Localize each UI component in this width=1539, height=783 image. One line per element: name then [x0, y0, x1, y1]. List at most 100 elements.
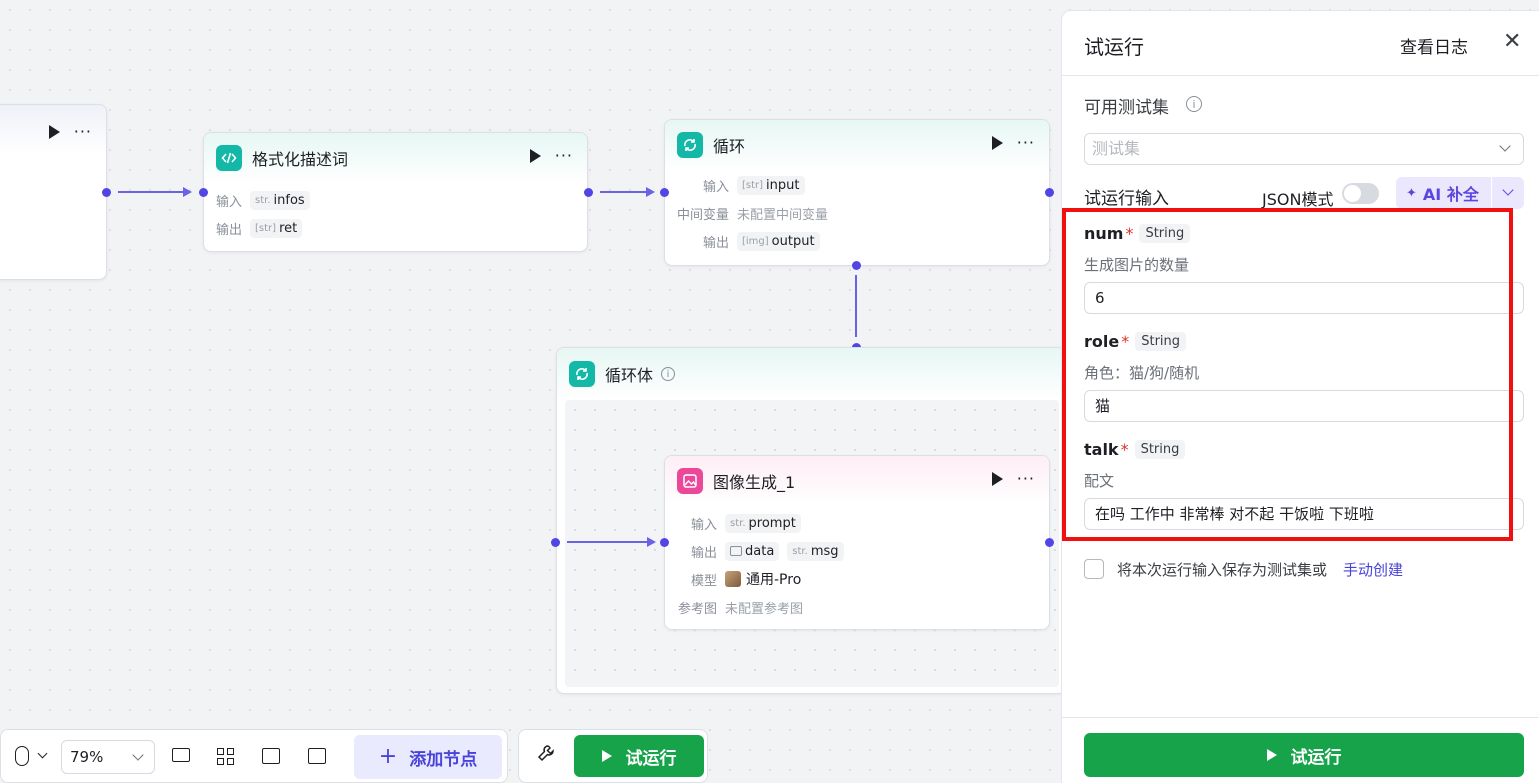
more-icon[interactable]: ··· [1017, 471, 1035, 487]
loop-body-port[interactable] [852, 261, 861, 270]
play-icon [1266, 749, 1277, 761]
edge [600, 191, 646, 193]
code-icon [216, 145, 242, 171]
edge [118, 191, 183, 193]
output-label: 输出 [702, 235, 729, 251]
chevron-down-icon[interactable] [1502, 184, 1514, 196]
run-node-icon[interactable] [991, 472, 1003, 486]
chevron-down-icon [132, 749, 144, 761]
input-port[interactable] [199, 188, 208, 197]
format-node[interactable]: 格式化描述词 ··· 输入 str. infos 输出 [str] ret [203, 132, 588, 252]
edge [567, 541, 647, 543]
testset-select[interactable]: 测试集 [1084, 133, 1524, 165]
input-label: 输入 [216, 194, 243, 210]
sparkle-icon: ✦ [1406, 185, 1417, 201]
wrench-icon[interactable] [537, 744, 555, 767]
node-title: 格式化描述词 [252, 150, 349, 169]
run-node-icon[interactable] [991, 136, 1003, 150]
start-node[interactable]: ··· [0, 104, 107, 280]
toolbar-run-button[interactable]: 试运行 [574, 735, 704, 777]
output-tag-data: data [725, 541, 780, 561]
ai-fill-label: AI 补全 [1422, 185, 1479, 204]
input-tag: [str] input [737, 175, 805, 195]
input-label: 输入 [690, 517, 717, 533]
save-testset-text: 将本次运行输入保存为测试集或 [1117, 561, 1328, 579]
input-tag: str. prompt [725, 513, 801, 533]
edge-arrow [646, 187, 655, 197]
output-tag-msg: str. msg [787, 541, 844, 561]
output-label: 输出 [216, 222, 243, 238]
image-icon [677, 468, 703, 494]
input-port[interactable] [660, 188, 669, 197]
ref-value: 未配置参考图 [725, 601, 804, 617]
json-mode-toggle[interactable] [1342, 183, 1379, 204]
variable-value: 未配置中间变量 [737, 207, 829, 223]
plus-icon: + [378, 744, 398, 769]
node-title: 循环 [713, 137, 746, 156]
minimap-icon[interactable] [308, 748, 326, 764]
zoom-value: 79% [70, 748, 104, 766]
run-toolbar: 试运行 [518, 729, 708, 783]
loop-icon [677, 132, 703, 158]
info-icon: i [1186, 96, 1202, 112]
output-port[interactable] [102, 188, 111, 197]
model-avatar [725, 571, 741, 587]
test-run-button[interactable]: 试运行 [1084, 733, 1524, 777]
mouse-icon[interactable] [15, 746, 29, 766]
image-gen-node[interactable]: 图像生成_1 ··· 输入 str. prompt 输出 data str. msg … [664, 455, 1050, 630]
chevron-down-icon[interactable] [37, 748, 48, 759]
output-port[interactable] [1045, 538, 1054, 547]
edge-arrow [183, 187, 192, 197]
output-port[interactable] [584, 188, 593, 197]
input-port[interactable] [660, 538, 669, 547]
view-log-link[interactable]: 查看日志 [1400, 33, 1468, 58]
manual-create-link[interactable]: 手动创建 [1343, 559, 1403, 580]
panel-title: 试运行 [1084, 35, 1144, 59]
more-icon[interactable]: ··· [74, 124, 92, 140]
output-port[interactable] [1045, 188, 1054, 197]
model-label: 模型 [690, 573, 717, 589]
model-value: 通用-Pro [746, 572, 802, 588]
add-node-label: 添加节点 [409, 749, 478, 770]
run-node-icon[interactable] [48, 125, 60, 139]
testset-label: 可用测试集 [1084, 98, 1169, 118]
divider [1062, 717, 1539, 718]
image-small-icon [730, 546, 742, 556]
run-node-icon[interactable] [529, 149, 541, 163]
input-port[interactable] [551, 538, 560, 547]
output-tag: [str] ret [250, 218, 303, 238]
testset-placeholder: 测试集 [1092, 139, 1141, 158]
zoom-select[interactable]: 79% [61, 740, 155, 774]
edge-arrow [647, 537, 656, 547]
run-label: 试运行 [625, 748, 677, 769]
run-input-label: 试运行输入 [1084, 189, 1169, 209]
more-icon[interactable]: ··· [555, 148, 573, 164]
close-icon[interactable]: ✕ [1503, 31, 1521, 53]
canvas-toolbar: 79% + 添加节点 [0, 729, 508, 783]
image-export-icon[interactable] [262, 748, 280, 764]
json-mode-label: JSON模式 [1262, 190, 1334, 209]
add-node-button[interactable]: + 添加节点 [354, 735, 502, 779]
loop-node[interactable]: 循环 ··· 输入 [str] input 中间变量 未配置中间变量 输出 [img] o… [664, 119, 1050, 266]
run-button-label: 试运行 [1290, 747, 1342, 768]
comment-icon[interactable] [172, 748, 190, 762]
more-icon[interactable]: ··· [1017, 135, 1035, 151]
variable-label: 中间变量 [676, 207, 729, 223]
info-icon: i [661, 367, 676, 381]
ai-fill-button[interactable]: ✦ AI 补全 [1396, 177, 1524, 209]
highlight-box [1062, 208, 1513, 541]
ref-label: 参考图 [677, 601, 717, 617]
output-tag: [img] output [737, 231, 820, 251]
node-title: 图像生成_1 [713, 473, 796, 492]
loop-icon [569, 361, 595, 387]
play-icon [601, 750, 612, 762]
input-tag: str. infos [250, 190, 310, 210]
save-checkbox[interactable] [1084, 559, 1104, 579]
divider [1062, 75, 1539, 76]
layout-icon[interactable] [217, 748, 234, 765]
chevron-down-icon [1499, 140, 1511, 152]
output-label: 输出 [690, 545, 717, 561]
input-label: 输入 [702, 179, 729, 195]
edge [855, 275, 857, 337]
node-title: 循环体 [605, 366, 654, 385]
